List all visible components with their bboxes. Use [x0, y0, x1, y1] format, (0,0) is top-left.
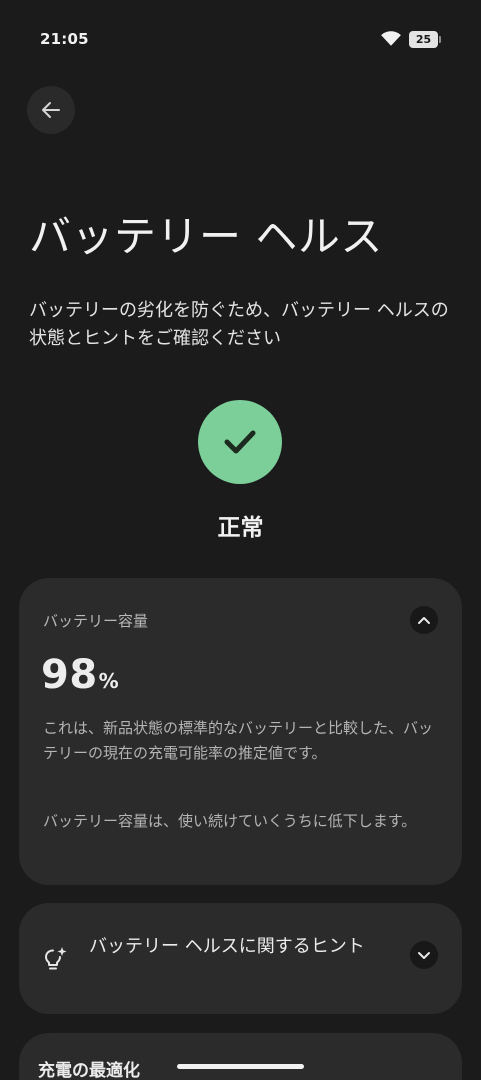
battery-icon: 25	[409, 31, 441, 48]
page-title: バッテリー ヘルス	[29, 212, 383, 261]
status-time: 21:05	[40, 30, 89, 48]
status-bar: 21:05 25	[0, 0, 481, 78]
battery-capacity-card: バッテリー容量 98% これは、新品状態の標準的なバッテリーと比較した、バッテリ…	[19, 578, 462, 885]
battery-level: 25	[415, 33, 432, 46]
battery-health-screen: 21:05 25 バッテリー ヘルス バッテリーの劣化を防ぐため、バッテリー ヘ…	[0, 0, 481, 1080]
charging-optimization-card[interactable]: 充電の最適化	[19, 1033, 462, 1080]
chevron-down-icon	[418, 952, 430, 959]
expand-button[interactable]	[410, 941, 438, 969]
page-description: バッテリーの劣化を防ぐため、バッテリー ヘルスの状態とヒントをご確認ください	[29, 300, 449, 349]
capacity-degradation-note: バッテリー容量は、使い続けていくうちに低下します。	[43, 812, 417, 830]
checkmark-icon	[224, 430, 256, 454]
capacity-description: これは、新品状態の標準的なバッテリーと比較した、バッテリーの現在の充電可能率の推…	[43, 719, 434, 762]
battery-tip	[439, 36, 441, 43]
charging-optimization-title: 充電の最適化	[38, 1061, 140, 1080]
capacity-value: 98%	[41, 652, 119, 698]
capacity-unit: %	[98, 669, 119, 693]
gesture-navigation-bar[interactable]	[177, 1064, 304, 1069]
collapse-button[interactable]	[410, 606, 438, 634]
battery-tips-card[interactable]: バッテリー ヘルスに関するヒント	[19, 903, 462, 1014]
tips-title: バッテリー ヘルスに関するヒント	[89, 936, 365, 957]
health-status-indicator	[198, 400, 282, 484]
health-status-label: 正常	[217, 515, 264, 541]
chevron-up-icon	[418, 617, 430, 624]
capacity-number: 98	[41, 652, 98, 698]
wifi-icon	[381, 31, 401, 46]
lightbulb-sparkle-icon	[45, 947, 67, 970]
back-button[interactable]	[27, 86, 75, 134]
capacity-label: バッテリー容量	[43, 612, 149, 630]
arrow-left-icon	[42, 102, 60, 118]
